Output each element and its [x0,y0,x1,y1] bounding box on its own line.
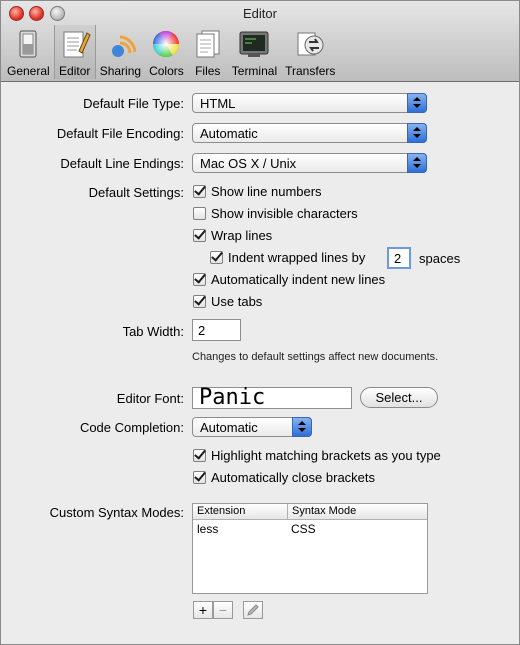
editor-font-field: Panic [192,385,352,410]
indent-spaces-input[interactable] [389,249,409,267]
tab-terminal[interactable]: Terminal [228,25,281,79]
editor-font-label: Editor Font: [116,391,184,406]
tab-general[interactable]: General [3,25,54,79]
popup-arrows-icon [407,93,427,113]
column-header-extension[interactable]: Extension [193,504,288,519]
settings-hint: Changes to default settings affect new d… [192,351,439,363]
editor-font-preview: Panic [199,385,266,410]
checkbox-checked-icon [193,295,206,308]
general-switch-icon [19,30,37,58]
tab-colors[interactable]: Colors [145,25,188,79]
add-button[interactable]: + [193,601,213,619]
extension-cell: less [197,522,219,536]
use-tabs-checkbox[interactable]: Use tabs [193,294,262,309]
popup-arrows-icon [292,417,312,437]
checkbox-checked-icon [193,185,206,198]
edit-button[interactable] [243,601,263,619]
auto-indent-checkbox[interactable]: Automatically indent new lines [193,272,385,287]
syntax-modes-table[interactable]: Extension Syntax Mode less CSS [192,503,428,594]
tab-width-input[interactable] [193,320,240,340]
file-type-label: Default File Type: [83,96,184,111]
file-encoding-popup[interactable]: Automatic [192,123,427,143]
code-completion-label: Code Completion: [79,420,184,435]
pencil-paper-icon [63,31,91,58]
indent-wrapped-checkbox[interactable]: Indent wrapped lines by [210,250,365,265]
preferences-toolbar: General Editor Sharing Colors Files Term… [3,25,339,81]
tab-width-field[interactable] [192,319,241,341]
checkbox-checked-icon [193,229,206,242]
show-line-numbers-checkbox[interactable]: Show line numbers [193,184,322,199]
line-endings-label: Default Line Endings: [60,156,184,171]
tab-transfers[interactable]: Transfers [281,25,339,79]
line-endings-popup[interactable]: Mac OS X / Unix [192,153,427,173]
column-header-syntax-mode[interactable]: Syntax Mode [288,504,356,519]
window-title: Editor [243,6,277,21]
indent-spaces-field[interactable] [387,247,411,269]
checkbox-checked-icon [193,471,206,484]
table-row[interactable]: less CSS [193,520,427,538]
tab-width-label: Tab Width: [122,324,184,339]
file-encoding-label: Default File Encoding: [56,126,184,141]
checkbox-checked-icon [193,273,206,286]
preferences-window: Editor General Editor Sharing Colors Fil… [0,0,520,645]
code-completion-popup[interactable]: Automatic [192,417,312,437]
default-settings-label: Default Settings: [88,185,184,200]
tab-files[interactable]: Files [188,25,228,79]
popup-arrows-icon [407,153,427,173]
wrap-lines-checkbox[interactable]: Wrap lines [193,228,272,243]
syntax-mode-cell: CSS [291,522,316,536]
tab-editor[interactable]: Editor [53,25,96,79]
select-font-button[interactable]: Select... [360,387,438,408]
popup-arrows-icon [407,123,427,143]
file-type-popup[interactable]: HTML [192,93,427,113]
sharing-wifi-icon [112,35,137,57]
checkbox-checked-icon [193,449,206,462]
checkbox-unchecked-icon [193,207,206,220]
pencil-icon [247,604,259,616]
spaces-suffix: spaces [419,251,461,266]
remove-button[interactable]: − [213,601,233,619]
terminal-icon [239,31,269,57]
checkbox-checked-icon [210,251,223,264]
documents-icon [196,30,220,58]
highlight-brackets-checkbox[interactable]: Highlight matching brackets as you type [193,448,441,463]
tab-sharing[interactable]: Sharing [96,25,145,79]
syntax-modes-label: Custom Syntax Modes: [49,505,184,520]
autoclose-brackets-checkbox[interactable]: Automatically close brackets [193,470,375,485]
transfers-icon [297,32,324,56]
titlebar: Editor General Editor Sharing Colors Fil… [1,1,519,82]
table-header: Extension Syntax Mode [193,504,427,520]
color-wheel-icon [153,30,180,58]
show-invisible-checkbox[interactable]: Show invisible characters [193,206,358,221]
